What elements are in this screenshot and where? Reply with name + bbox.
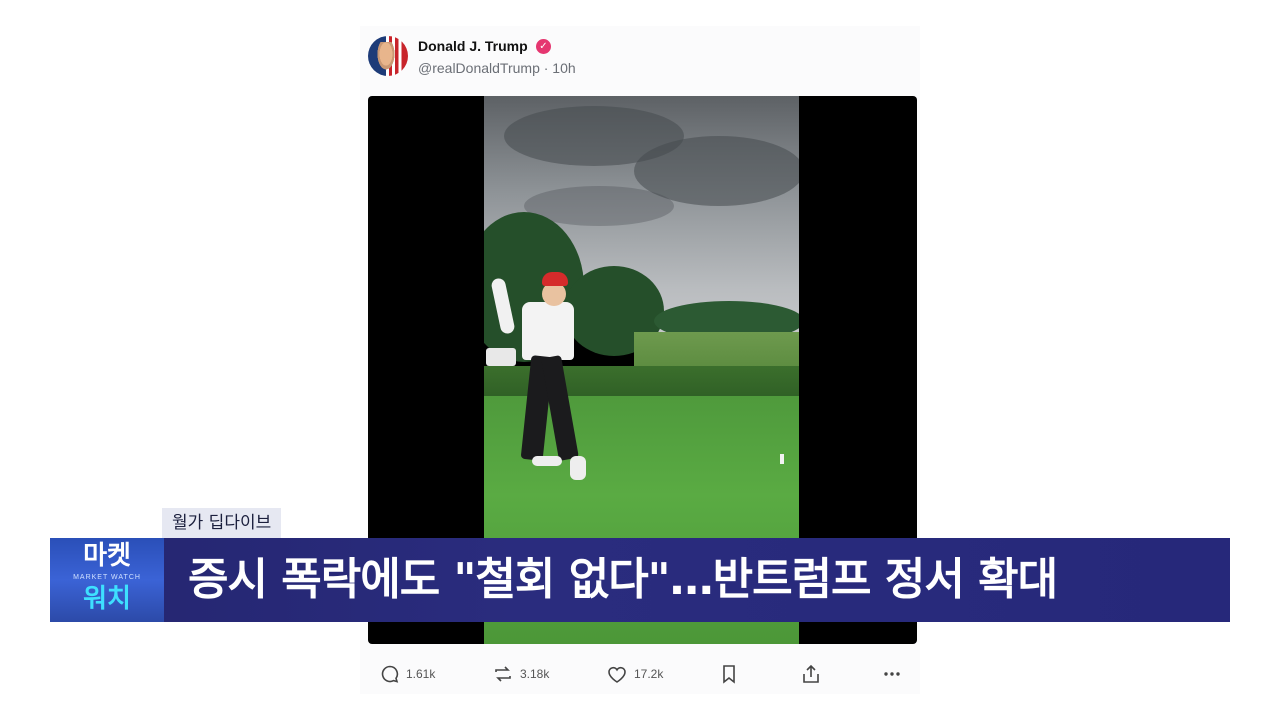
logo-text-middle: MARKET WATCH: [73, 574, 141, 581]
post-action-bar: 1.61k 3.18k 17.2k: [360, 660, 920, 690]
repost-button[interactable]: 3.18k: [492, 664, 549, 684]
share-icon: [803, 664, 819, 683]
author-name[interactable]: Donald J. Trump: [418, 38, 528, 54]
bookmark-button[interactable]: [720, 664, 738, 684]
share-button[interactable]: [801, 664, 821, 684]
segment-tag: 월가 딥다이브: [162, 508, 282, 538]
market-watch-logo: 마켓 MARKET WATCH 워치: [50, 538, 164, 622]
repost-icon: [495, 666, 511, 682]
bookmark-icon: [723, 665, 735, 684]
like-button[interactable]: 17.2k: [606, 664, 663, 684]
reply-count: 1.61k: [406, 667, 436, 681]
reply-button[interactable]: 1.61k: [380, 664, 435, 684]
post-header: Donald J. Trump ✓ @realDonaldTrump · 10h: [368, 36, 908, 80]
like-count: 17.2k: [634, 667, 664, 681]
more-options-button[interactable]: [882, 664, 902, 684]
verified-badge-icon: ✓: [536, 39, 551, 54]
more-icon: [884, 672, 900, 676]
author-handle-time: @realDonaldTrump · 10h: [418, 60, 576, 76]
repost-count: 3.18k: [520, 667, 550, 681]
headline-text: 증시 폭락에도 "철회 없다"…반트럼프 정서 확대: [188, 554, 1058, 605]
heart-icon: [608, 666, 626, 683]
logo-text-top: 마켓: [83, 541, 131, 571]
comment-icon: [381, 665, 399, 683]
logo-text-bottom: 워치: [83, 584, 131, 614]
avatar[interactable]: [368, 36, 408, 76]
news-headline-bar: 마켓 MARKET WATCH 워치 증시 폭락에도 "철회 없다"…반트럼프 …: [50, 538, 1230, 622]
